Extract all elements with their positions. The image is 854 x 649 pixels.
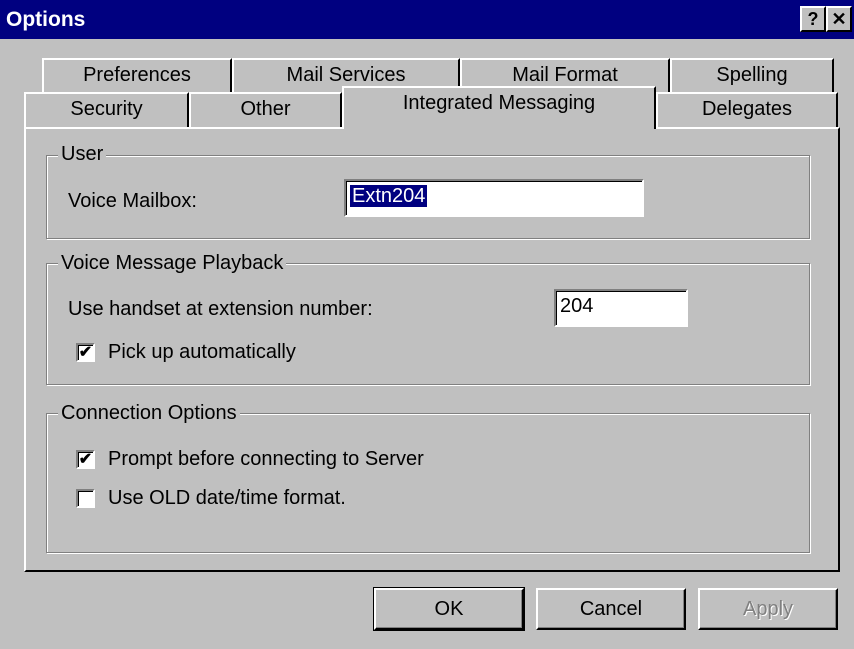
tab-panel: User Voice Mailbox: Extn204 Voice Messag… xyxy=(24,127,840,572)
connection-group-legend: Connection Options xyxy=(58,402,240,424)
voice-mailbox-label: Voice Mailbox: xyxy=(68,190,197,212)
check-icon: ✔ xyxy=(78,344,93,361)
tab-integrated-messaging[interactable]: Integrated Messaging xyxy=(342,86,656,129)
tab-label: Spelling xyxy=(716,64,788,86)
voice-mailbox-value: Extn204 xyxy=(350,185,428,207)
pickup-label: Pick up automatically xyxy=(108,341,296,363)
close-button[interactable]: ✕ xyxy=(826,6,852,32)
playback-group xyxy=(46,263,810,385)
cancel-button-label: Cancel xyxy=(579,598,643,620)
tab-label: Mail Format xyxy=(512,64,618,86)
playback-group-legend: Voice Message Playback xyxy=(58,252,287,274)
check-icon: ✔ xyxy=(78,451,93,468)
help-icon: ? xyxy=(807,9,819,29)
help-button[interactable]: ? xyxy=(800,6,826,32)
old-date-label: Use OLD date/time format. xyxy=(108,487,346,509)
tab-label: Integrated Messaging xyxy=(402,92,596,114)
close-icon: ✕ xyxy=(831,9,847,29)
voice-mailbox-input[interactable]: Extn204 xyxy=(344,179,644,217)
tab-preferences[interactable]: Preferences xyxy=(42,58,232,92)
extension-value: 204 xyxy=(560,295,594,317)
pickup-checkbox[interactable]: ✔ xyxy=(76,343,95,362)
tab-spelling[interactable]: Spelling xyxy=(670,58,834,92)
tab-label: Other xyxy=(240,98,291,120)
ok-button-label: OK xyxy=(434,598,464,620)
ok-button[interactable]: OK xyxy=(373,587,525,631)
prompt-label: Prompt before connecting to Server xyxy=(108,448,424,470)
title-bar: Options ? ✕ xyxy=(0,0,854,39)
tab-label: Delegates xyxy=(701,98,793,120)
tab-label: Security xyxy=(70,98,143,120)
cancel-button[interactable]: Cancel xyxy=(536,588,686,630)
extension-label: Use handset at extension number: xyxy=(68,298,373,320)
window-title: Options xyxy=(6,8,86,31)
extension-input[interactable]: 204 xyxy=(554,289,688,327)
tab-other[interactable]: Other xyxy=(189,92,342,127)
tab-label: Preferences xyxy=(83,64,191,86)
tab-security[interactable]: Security xyxy=(24,92,189,127)
connection-group xyxy=(46,413,810,553)
apply-button[interactable]: Apply xyxy=(698,588,838,630)
user-group-legend: User xyxy=(58,143,107,165)
tab-delegates[interactable]: Delegates xyxy=(656,92,838,127)
prompt-checkbox[interactable]: ✔ xyxy=(76,450,95,469)
tab-label: Mail Services xyxy=(286,64,406,86)
old-date-checkbox[interactable] xyxy=(76,489,95,508)
apply-button-label: Apply xyxy=(742,598,794,620)
